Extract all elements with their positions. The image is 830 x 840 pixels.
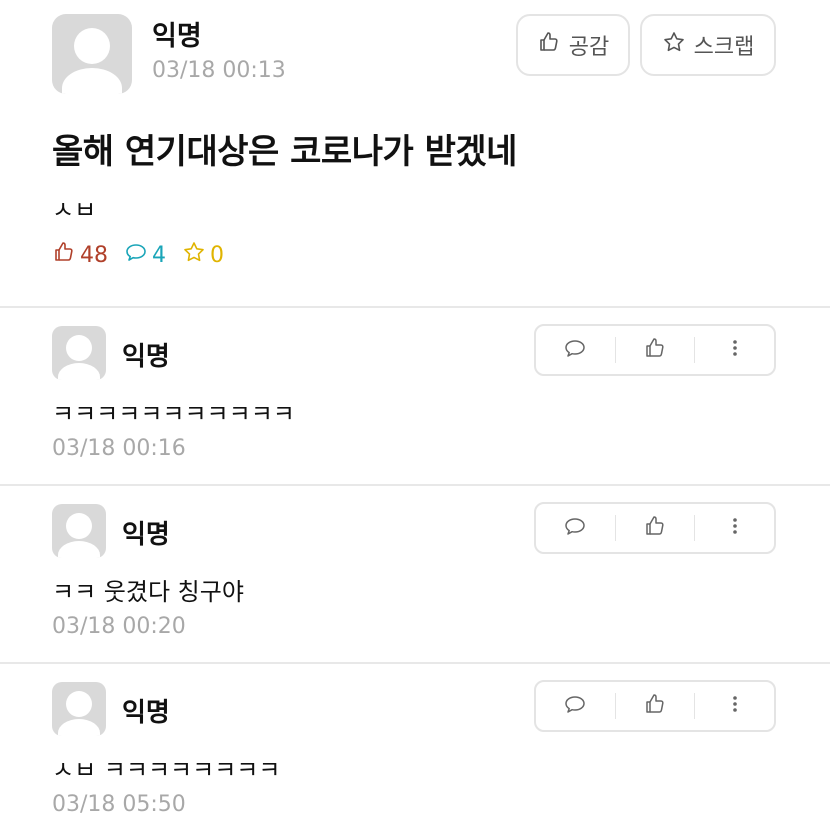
more-button[interactable] <box>695 326 774 374</box>
thumbs-up-icon <box>52 240 76 270</box>
more-vertical-icon <box>723 514 747 542</box>
avatar <box>52 326 106 380</box>
post-title: 올해 연기대상은 코로나가 받겠네 <box>52 132 517 172</box>
post-content: ㅅㅂ <box>52 196 97 224</box>
more-button[interactable] <box>695 504 774 552</box>
post-author: 익명 <box>152 21 202 52</box>
comment-time: 03/18 05:50 <box>52 792 186 817</box>
comment-time: 03/18 00:16 <box>52 436 186 461</box>
thumbs-up-icon <box>643 336 667 364</box>
comment-list: 익명 ㅋㅋㅋㅋㅋㅋㅋㅋㅋㅋㅋ 03/18 00:16 익명 ㅋㅋ 웃겼다 칭구야… <box>0 308 830 840</box>
comment-like-button[interactable] <box>616 326 695 374</box>
comment-author: 익명 <box>122 520 170 550</box>
more-vertical-icon <box>723 692 747 720</box>
avatar <box>52 14 132 94</box>
comment-count: 4 <box>124 240 166 270</box>
speech-bubble-icon <box>563 336 587 364</box>
post-date: 03/18 00:13 <box>152 58 286 83</box>
like-button[interactable]: 공감 <box>516 14 630 76</box>
scrap-button[interactable]: 스크랩 <box>640 14 776 76</box>
comment-actions <box>534 680 776 732</box>
star-icon <box>662 30 686 60</box>
like-count-value: 48 <box>80 242 108 268</box>
scrap-count: 0 <box>182 240 224 270</box>
comment-text: ㅅㅂ ㅋㅋㅋㅋㅋㅋㅋㅋ <box>52 756 281 784</box>
post: 익명 03/18 00:13 공감 스크랩 올해 연기대상은 코로나가 받겠네 … <box>0 0 830 308</box>
reply-button[interactable] <box>536 326 615 374</box>
speech-bubble-icon <box>563 514 587 542</box>
like-count: 48 <box>52 240 108 270</box>
reply-button[interactable] <box>536 682 615 730</box>
avatar <box>52 682 106 736</box>
comment-actions <box>534 324 776 376</box>
speech-bubble-icon <box>563 692 587 720</box>
speech-bubble-icon <box>124 240 148 270</box>
comment-author: 익명 <box>122 342 170 372</box>
comment-time: 03/18 00:20 <box>52 614 186 639</box>
comment-text: ㅋㅋ 웃겼다 칭구야 <box>52 578 244 606</box>
thumbs-up-icon <box>643 514 667 542</box>
comment: 익명 ㅋㅋ 웃겼다 칭구야 03/18 00:20 <box>0 486 830 664</box>
comment-author: 익명 <box>122 698 170 728</box>
comment: 익명 ㅅㅂ ㅋㅋㅋㅋㅋㅋㅋㅋ 03/18 05:50 <box>0 664 830 840</box>
comment-like-button[interactable] <box>616 504 695 552</box>
comment-actions <box>534 502 776 554</box>
scrap-button-label: 스크랩 <box>693 35 755 60</box>
like-button-label: 공감 <box>568 35 610 60</box>
thumbs-up-icon <box>643 692 667 720</box>
comment: 익명 ㅋㅋㅋㅋㅋㅋㅋㅋㅋㅋㅋ 03/18 00:16 <box>0 308 830 486</box>
comment-text: ㅋㅋㅋㅋㅋㅋㅋㅋㅋㅋㅋ <box>52 400 295 428</box>
comment-like-button[interactable] <box>616 682 695 730</box>
reply-button[interactable] <box>536 504 615 552</box>
star-icon <box>182 240 206 270</box>
more-vertical-icon <box>723 336 747 364</box>
post-stats: 48 4 0 <box>52 240 224 270</box>
scrap-count-value: 0 <box>210 242 224 268</box>
avatar <box>52 504 106 558</box>
more-button[interactable] <box>695 682 774 730</box>
comment-count-value: 4 <box>152 242 166 268</box>
thumbs-up-icon <box>537 30 561 60</box>
